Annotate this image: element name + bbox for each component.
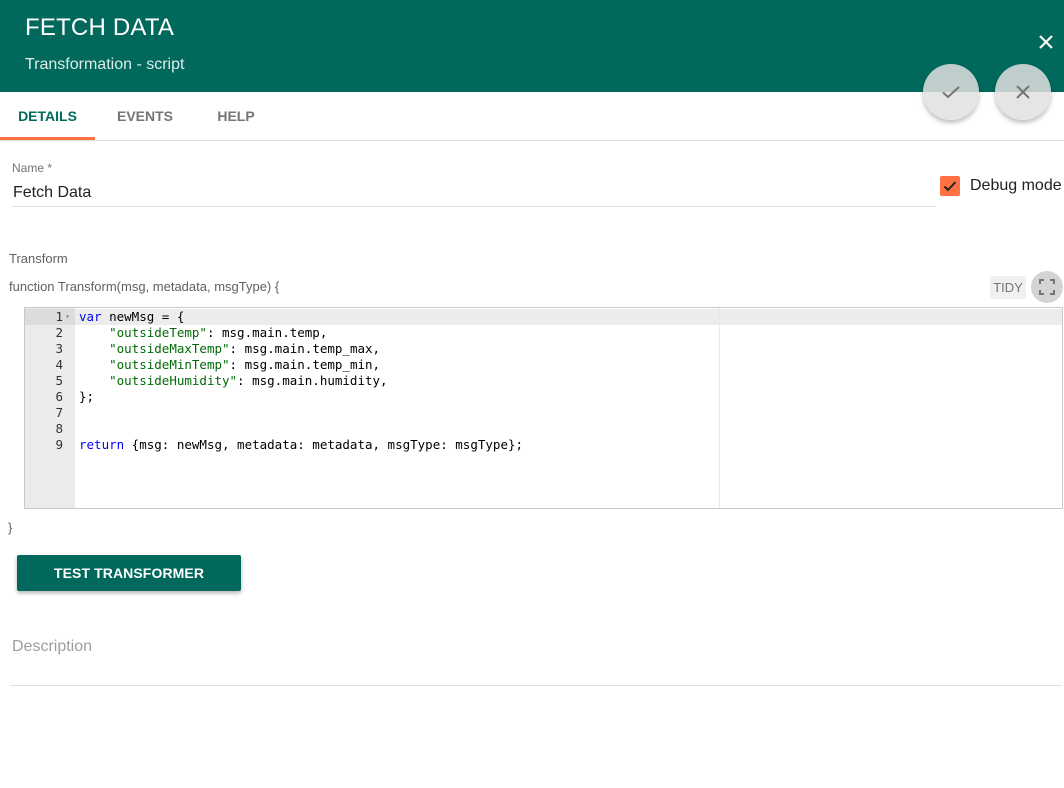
code-string: "outsideTemp" <box>109 325 207 340</box>
line-number: 6 <box>55 389 63 404</box>
tab-help[interactable]: HELP <box>195 92 277 140</box>
debug-mode-checkbox[interactable]: Debug mode <box>940 176 1062 196</box>
tab-events[interactable]: EVENTS <box>95 92 195 140</box>
code-token: : msg.main.temp_min, <box>229 357 381 372</box>
line-number: 8 <box>55 421 63 436</box>
active-tab-indicator <box>0 137 95 140</box>
code-line[interactable]: 5 "outsideHumidity": msg.main.humidity, <box>25 373 1062 389</box>
name-label: Name * <box>12 161 53 175</box>
dialog-subtitle: Transformation - script <box>25 56 185 73</box>
code-line[interactable]: 2 "outsideTemp": msg.main.temp, <box>25 325 1062 341</box>
code-token: : msg.main.temp, <box>206 325 328 340</box>
tidy-button[interactable]: TIDY <box>990 276 1026 299</box>
code-keyword: return <box>79 437 125 452</box>
line-number: 1 <box>55 309 63 324</box>
fold-toggle-icon[interactable]: ▾ <box>65 309 70 325</box>
fullscreen-button[interactable] <box>1031 271 1063 303</box>
code-text[interactable]: return {msg: newMsg, metadata: metadata,… <box>79 437 523 453</box>
code-text[interactable]: "outsideMinTemp": msg.main.temp_min, <box>79 357 380 373</box>
code-keyword: var <box>79 309 102 324</box>
code-string: "outsideHumidity" <box>109 373 238 388</box>
close-button[interactable] <box>1032 28 1060 56</box>
code-line[interactable]: 7 <box>25 405 1062 421</box>
fullscreen-icon <box>1039 279 1055 295</box>
code-string: "outsideMaxTemp" <box>109 341 230 356</box>
code-line[interactable]: 9 return {msg: newMsg, metadata: metadata… <box>25 437 1062 453</box>
dialog-header: FETCH DATA Transformation - script <box>0 0 1064 92</box>
code-string: "outsideMinTemp" <box>109 357 230 372</box>
code-token: newMsg = { <box>101 309 185 324</box>
dialog-title: FETCH DATA <box>25 14 175 41</box>
code-text[interactable]: "outsideHumidity": msg.main.humidity, <box>79 373 388 389</box>
line-number: 2 <box>55 325 63 340</box>
debug-mode-label: Debug mode <box>970 177 1062 194</box>
code-line[interactable]: 1 ▾ var newMsg = { <box>25 309 1062 325</box>
description-input[interactable] <box>10 635 1062 686</box>
code-editor[interactable]: 1 ▾ var newMsg = {2 "outsideTemp": msg.mai… <box>24 307 1063 509</box>
function-closing-brace: } <box>8 520 13 535</box>
tab-bar: DETAILS EVENTS HELP <box>0 92 1064 141</box>
code-text[interactable]: "outsideMaxTemp": msg.main.temp_max, <box>79 341 380 357</box>
line-number: 4 <box>55 357 63 372</box>
code-text[interactable]: "outsideTemp": msg.main.temp, <box>79 325 327 341</box>
checkbox-box[interactable] <box>940 176 960 196</box>
transform-label: Transform <box>9 251 68 266</box>
code-text[interactable]: }; <box>79 389 94 405</box>
code-line[interactable]: 3 "outsideMaxTemp": msg.main.temp_max, <box>25 341 1062 357</box>
name-input[interactable] <box>12 180 936 207</box>
check-icon <box>943 181 957 192</box>
tab-details[interactable]: DETAILS <box>0 92 95 140</box>
test-transformer-function-button[interactable]: TEST TRANSFORMER FUNCTION <box>17 555 241 617</box>
line-number: 9 <box>55 437 63 452</box>
code-line[interactable]: 8 <box>25 421 1062 437</box>
function-signature: function Transform(msg, metadata, msgTyp… <box>9 279 280 294</box>
code-text[interactable]: var newMsg = { <box>79 309 184 325</box>
line-number: 5 <box>55 373 63 388</box>
close-icon <box>1039 35 1053 49</box>
code-token: }; <box>79 389 95 404</box>
line-number: 7 <box>55 405 63 420</box>
code-token: {msg: newMsg, metadata: metadata, msgTyp… <box>124 437 524 452</box>
code-token: : msg.main.humidity, <box>237 373 388 388</box>
line-number: 3 <box>55 341 63 356</box>
code-line[interactable]: 6}; <box>25 389 1062 405</box>
code-line[interactable]: 4 "outsideMinTemp": msg.main.temp_min, <box>25 357 1062 373</box>
code-token: : msg.main.temp_max, <box>229 341 381 356</box>
